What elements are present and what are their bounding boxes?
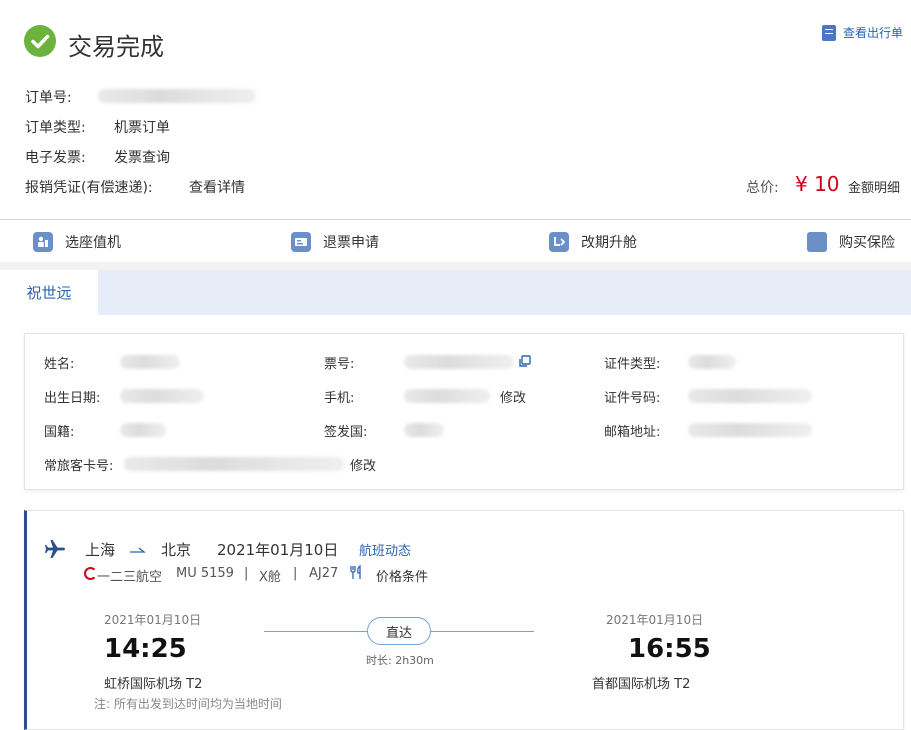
total-price: ¥ 10 — [795, 172, 840, 196]
refund-button[interactable]: 退票申请 — [291, 230, 379, 254]
view-itinerary-label: 查看出行单 — [843, 26, 904, 40]
aircraft-type: AJ27 — [309, 566, 339, 581]
id-type-value-redacted — [688, 355, 736, 369]
seat-checkin-label: 选座值机 — [65, 235, 121, 251]
order-no-value-redacted — [98, 89, 256, 103]
flight-status-link[interactable]: 航班动态 — [359, 540, 411, 559]
success-check-icon — [24, 25, 56, 57]
meal-icon — [349, 564, 363, 584]
section-gap — [0, 262, 911, 270]
copy-icon[interactable] — [518, 353, 531, 367]
tab-passenger[interactable]: 祝世远 — [0, 270, 98, 315]
direct-label: 直达 — [385, 625, 412, 641]
divider — [0, 219, 911, 220]
insurance-label: 购买保险 — [839, 235, 895, 251]
to-city: 北京 — [161, 541, 192, 559]
order-no-label: 订单号: — [25, 90, 72, 106]
airline-logo-icon — [84, 567, 97, 580]
nationality-value-redacted — [120, 423, 166, 437]
departure-date: 2021年01月10日 — [104, 613, 202, 627]
tab-strip-bottom — [0, 315, 911, 316]
tab-passenger-label: 祝世远 — [26, 284, 72, 302]
cabin-class: X舱 — [259, 570, 281, 585]
voucher-label: 报销凭证(有偿速递): — [25, 180, 153, 196]
phone-value-redacted — [404, 389, 490, 403]
email-value-redacted — [688, 423, 812, 437]
name-value-redacted — [120, 355, 180, 369]
arrival-time: 16:55 — [628, 634, 711, 664]
name-label: 姓名: — [44, 357, 75, 372]
change-upgrade-icon — [549, 232, 569, 252]
email-label: 邮箱地址: — [604, 425, 661, 440]
birth-value-redacted — [120, 389, 204, 403]
ffp-edit-link[interactable]: 修改 — [350, 455, 376, 474]
insurance-button[interactable]: 购买保险 — [807, 230, 895, 254]
arrow-right-icon — [128, 541, 148, 560]
seat-checkin-button[interactable]: 选座值机 — [33, 230, 121, 254]
issuing-country-label: 签发国: — [324, 425, 368, 440]
seat-checkin-icon — [33, 232, 53, 252]
issuing-country-value-redacted — [404, 423, 444, 437]
tab-strip — [0, 270, 911, 315]
birth-label: 出生日期: — [44, 391, 101, 406]
arrival-airport: 首都国际机场 T2 — [592, 677, 691, 692]
separator-1: | — [244, 566, 249, 581]
separator-2: | — [293, 566, 298, 581]
direct-badge: 直达 — [367, 617, 431, 645]
airline-name: 一二三航空 — [97, 570, 163, 585]
arrival-date: 2021年01月10日 — [606, 613, 704, 627]
amount-detail-link[interactable]: 金额明细 — [848, 177, 900, 196]
departure-time: 14:25 — [104, 634, 187, 664]
id-number-value-redacted — [688, 389, 812, 403]
price-rules-link[interactable]: 价格条件 — [376, 566, 428, 585]
total-label: 总价: — [746, 180, 779, 196]
order-type-label: 订单类型: — [25, 120, 86, 136]
change-upgrade-label: 改期升舱 — [581, 235, 637, 251]
from-city: 上海 — [85, 541, 116, 559]
phone-edit-link[interactable]: 修改 — [500, 387, 526, 406]
ffp-label: 常旅客卡号: — [44, 459, 114, 474]
plane-icon — [44, 539, 66, 563]
insurance-icon — [807, 232, 827, 252]
document-icon — [822, 24, 836, 41]
invoice-label: 电子发票: — [25, 150, 86, 166]
view-itinerary-link[interactable]: 查看出行单 — [822, 24, 903, 41]
status-title: 交易完成 — [68, 33, 164, 61]
time-note: 注: 所有出发到达时间均为当地时间 — [94, 697, 282, 711]
voucher-details-link[interactable]: 查看详情 — [189, 177, 245, 197]
duration: 时长: 2h30m — [366, 654, 434, 667]
id-number-label: 证件号码: — [604, 391, 661, 406]
departure-airport: 虹桥国际机场 T2 — [104, 677, 203, 692]
change-upgrade-button[interactable]: 改期升舱 — [549, 230, 637, 254]
flight-number: MU 5159 — [176, 566, 234, 581]
id-type-label: 证件类型: — [604, 357, 661, 372]
ffp-value-redacted — [124, 457, 344, 471]
invoice-query-link[interactable]: 发票查询 — [114, 147, 170, 167]
flight-date: 2021年01月10日 — [217, 541, 339, 559]
refund-icon — [291, 232, 311, 252]
ticket-label: 票号: — [324, 357, 355, 372]
nationality-label: 国籍: — [44, 425, 75, 440]
ticket-value-redacted — [404, 355, 514, 369]
refund-label: 退票申请 — [323, 235, 379, 251]
phone-label: 手机: — [324, 391, 355, 406]
order-type-value: 机票订单 — [114, 120, 170, 136]
